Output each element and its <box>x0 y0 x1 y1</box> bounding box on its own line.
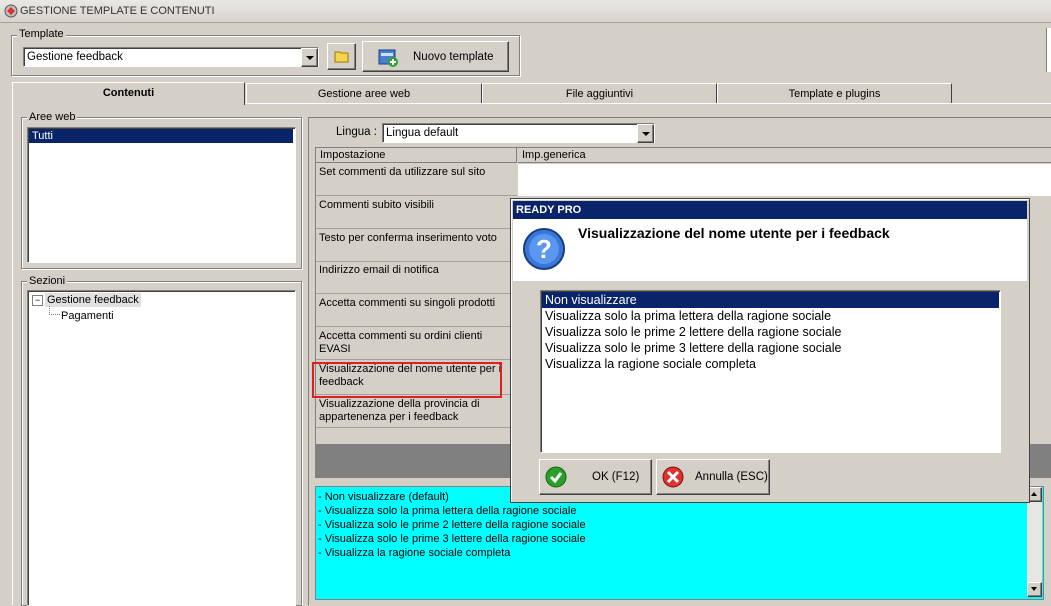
folder-icon <box>334 51 349 63</box>
help-text-box[interactable]: - Non visualizzare (default) - Visualizz… <box>315 486 1044 600</box>
tab-template-e-plugins-label: Template e plugins <box>788 88 881 100</box>
list-item[interactable]: Non visualizzare <box>542 292 999 308</box>
dialog-title: READY PRO <box>513 201 1027 219</box>
table-row[interactable]: Accetta commenti su ordini clienti EVASI <box>316 328 517 360</box>
template-group-label: Template <box>17 28 66 40</box>
lingua-combo-value: Lingua default <box>386 127 459 139</box>
help-line: - Visualizza solo le prime 3 lettere del… <box>318 533 586 545</box>
tree-connector <box>49 306 60 315</box>
table-row[interactable]: Set commenti da utilizzare sul sito <box>316 164 517 196</box>
dialog: READY PRO ? Visualizzazione del nome ute… <box>510 198 1030 503</box>
highlight-box <box>312 362 502 398</box>
template-combo[interactable]: Gestione feedback <box>23 47 319 67</box>
new-template-label: Nuovo template <box>413 51 494 63</box>
tab-file-aggiuntivi-label: File aggiuntivi <box>565 88 634 100</box>
cancel-icon <box>662 466 684 488</box>
table-row[interactable]: Indirizzo email di notifica <box>316 262 517 294</box>
ok-button-label: OK (F12) <box>592 471 640 483</box>
sezioni-label: Sezioni <box>27 275 68 287</box>
tree-node-pagamenti[interactable]: Pagamenti <box>61 309 114 323</box>
window-titlebar: GESTIONE TEMPLATE E CONTENUTI <box>0 0 1051 23</box>
grid-header-impostazione[interactable]: Impostazione <box>316 148 517 163</box>
open-folder-button[interactable] <box>327 43 356 70</box>
help-line: - Visualizza solo le prime 2 lettere del… <box>318 519 586 531</box>
app-icon <box>4 4 18 18</box>
table-row[interactable]: Visualizzazione della provincia di appar… <box>316 396 517 428</box>
new-template-button[interactable]: Nuovo template <box>362 41 509 72</box>
list-item[interactable]: Tutti <box>29 129 293 143</box>
right-edge-panel <box>1046 28 1051 72</box>
tab-gestione-aree-web-label: Gestione aree web <box>317 88 411 100</box>
help-line: - Visualizza solo la prima lettera della… <box>318 505 577 517</box>
help-scrollbar[interactable] <box>1027 487 1042 597</box>
grid-header-imp-generica[interactable]: Imp.generica <box>518 148 1051 163</box>
grid-value-cell[interactable] <box>518 164 1051 196</box>
window-title: GESTIONE TEMPLATE E CONTENUTI <box>20 5 215 17</box>
check-icon <box>545 466 567 488</box>
chevron-down-icon[interactable] <box>301 48 318 67</box>
cancel-button-label: Annulla (ESC) <box>695 471 768 483</box>
help-line: - Visualizza la ragione sociale completa <box>318 547 511 559</box>
sezioni-tree[interactable]: − Gestione feedback Pagamenti <box>27 290 296 606</box>
list-item[interactable]: Visualizza solo le prime 3 lettere della… <box>542 340 841 356</box>
ok-button[interactable]: OK (F12) <box>539 459 652 495</box>
chevron-down-icon[interactable] <box>637 124 654 143</box>
list-item[interactable]: Visualizza la ragione sociale completa <box>542 356 756 372</box>
aree-web-label: Aree web <box>27 111 78 123</box>
dialog-header: ? Visualizzazione del nome utente per i … <box>513 219 1027 281</box>
template-combo-value: Gestione feedback <box>27 51 123 63</box>
table-row[interactable]: Accetta commenti su singoli prodotti <box>316 295 517 327</box>
tab-file-aggiuntivi[interactable]: File aggiuntivi <box>482 83 717 104</box>
list-item[interactable]: Visualizza solo la prima lettera della r… <box>542 308 831 324</box>
table-row[interactable]: Testo per conferma inserimento voto <box>316 230 517 262</box>
options-list[interactable]: Non visualizzare Visualizza solo la prim… <box>540 290 1001 453</box>
svg-text:?: ? <box>536 234 552 264</box>
tree-node-gestione-feedback[interactable]: Gestione feedback <box>45 293 141 307</box>
scroll-down-icon[interactable] <box>1027 582 1042 597</box>
question-icon: ? <box>523 228 565 270</box>
list-item[interactable]: Visualizza solo le prime 2 lettere della… <box>542 324 841 340</box>
tab-contenuti[interactable]: Contenuti <box>12 82 245 105</box>
dialog-heading: Visualizzazione del nome utente per i fe… <box>578 225 890 241</box>
cancel-button[interactable]: Annulla (ESC) <box>656 459 770 495</box>
tab-template-e-plugins[interactable]: Template e plugins <box>717 83 952 104</box>
collapse-icon[interactable]: − <box>32 295 43 306</box>
tab-gestione-aree-web[interactable]: Gestione aree web <box>246 83 482 104</box>
lingua-combo[interactable]: Lingua default <box>382 123 655 143</box>
lingua-label: Lingua : <box>336 126 377 138</box>
tab-contenuti-label: Contenuti <box>102 87 155 99</box>
aree-web-list[interactable]: Tutti <box>27 127 296 263</box>
new-template-icon <box>378 49 398 67</box>
table-row[interactable]: Commenti subito visibili <box>316 197 517 229</box>
